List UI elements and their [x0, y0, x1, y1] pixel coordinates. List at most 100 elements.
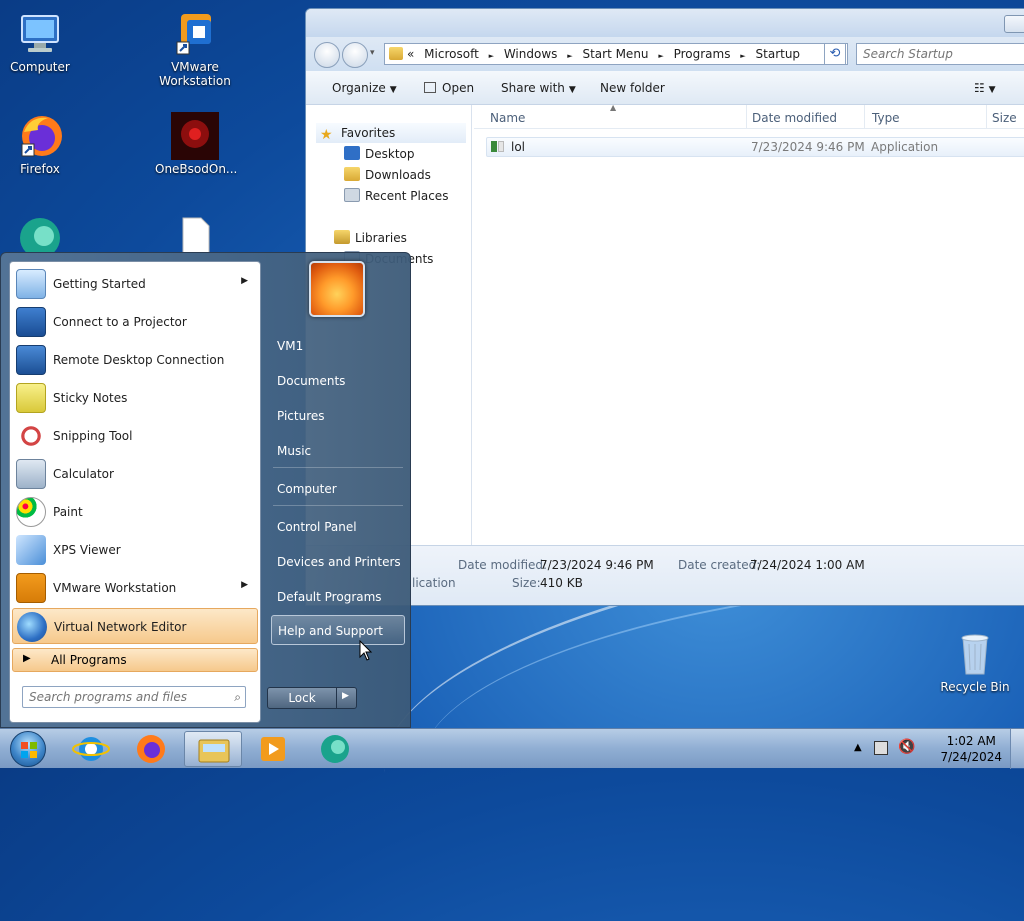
lock-label: Lock — [288, 691, 316, 705]
breadcrumb-item[interactable]: Microsoft — [424, 47, 479, 61]
network-icon[interactable] — [874, 741, 888, 755]
program-virtual-network-editor[interactable]: Virtual Network Editor — [12, 608, 258, 644]
show-hidden-icons-icon[interactable]: ▲ — [854, 742, 862, 753]
nav-downloads[interactable]: Downloads — [344, 167, 431, 182]
taskbar-edge[interactable] — [306, 731, 364, 767]
detail-date-created-label: Date created: — [678, 558, 761, 572]
power-options-arrow-icon[interactable]: ▶ — [342, 691, 349, 701]
desktop-icon-firefox[interactable]: Firefox — [0, 112, 80, 176]
clock[interactable]: 1:02 AM 7/24/2024 — [940, 733, 1002, 765]
desktop-icon-recycle-bin[interactable]: Recycle Bin — [935, 630, 1015, 694]
user-picture[interactable] — [309, 261, 365, 317]
column-date-modified[interactable]: Date modified — [752, 111, 837, 125]
breadcrumb-separator[interactable]: ► — [740, 52, 745, 60]
start-link-computer[interactable]: Computer — [271, 474, 405, 502]
recent-pages-chevron-icon[interactable]: ▾ — [370, 48, 375, 58]
desktop-icon-file-partial[interactable] — [155, 214, 235, 252]
address-bar[interactable]: « Microsoft ► Windows ► Start Menu ► Pro… — [384, 43, 848, 65]
start-link-devices-printers[interactable]: Devices and Printers — [271, 547, 405, 575]
show-desktop-button[interactable] — [1010, 729, 1024, 769]
program-paint[interactable]: Paint — [12, 494, 258, 530]
column-divider[interactable] — [986, 105, 987, 129]
taskbar-explorer[interactable] — [184, 731, 242, 767]
search-box[interactable] — [856, 43, 1024, 65]
breadcrumb-item[interactable]: Startup — [756, 47, 801, 61]
forward-button[interactable] — [342, 42, 368, 68]
media-player-icon — [261, 737, 285, 761]
program-getting-started[interactable]: Getting Started ▶ — [12, 266, 258, 302]
program-xps-viewer[interactable]: XPS Viewer — [12, 532, 258, 568]
refresh-button[interactable]: ⟲ — [824, 43, 846, 65]
view-options-icon[interactable]: ☷ ▼ — [974, 81, 996, 95]
nav-libraries-label: Libraries — [355, 231, 407, 245]
breadcrumb-separator[interactable]: ► — [567, 52, 572, 60]
open-button[interactable]: Open — [424, 81, 474, 95]
search-icon[interactable]: ⌕ — [234, 690, 241, 705]
start-search-input[interactable] — [23, 687, 213, 707]
desktop-icon-label: Recycle Bin — [940, 680, 1010, 694]
taskbar-internet-explorer[interactable] — [62, 731, 120, 767]
volume-muted-icon[interactable]: 🔇 — [898, 739, 915, 755]
column-size[interactable]: Size — [992, 111, 1017, 125]
nav-favorites[interactable]: ★ Favorites — [316, 123, 466, 143]
breadcrumb-item[interactable]: Start Menu — [582, 47, 648, 61]
start-link-music[interactable]: Music — [271, 436, 405, 464]
desktop-icon-vmware[interactable]: VMware Workstation — [155, 10, 235, 88]
program-sticky-notes[interactable]: Sticky Notes — [12, 380, 258, 416]
start-link-default-programs[interactable]: Default Programs — [271, 582, 405, 610]
projector-icon — [16, 307, 46, 337]
program-remote-desktop[interactable]: Remote Desktop Connection — [12, 342, 258, 378]
detail-date-modified-label: Date modified: — [458, 558, 548, 572]
back-button[interactable] — [314, 42, 340, 68]
desktop-icon-edge-partial[interactable] — [0, 214, 80, 252]
share-with-button[interactable]: Share with ▼ — [501, 81, 576, 95]
nav-libraries[interactable]: Libraries — [334, 230, 407, 245]
submenu-arrow-icon[interactable]: ▶ — [241, 276, 248, 286]
program-connect-projector[interactable]: Connect to a Projector — [12, 304, 258, 340]
nav-recent-places-label: Recent Places — [365, 189, 449, 203]
nav-recent-places[interactable]: Recent Places — [344, 188, 448, 203]
file-row[interactable]: lol 7/23/2024 9:46 PM Application — [486, 137, 1024, 157]
file-name: lol — [511, 140, 526, 154]
firefox-icon — [137, 735, 165, 763]
taskbar-media-player[interactable] — [244, 731, 302, 767]
column-divider[interactable] — [864, 105, 865, 129]
all-programs-button[interactable]: ▶ All Programs — [12, 648, 258, 672]
submenu-arrow-icon[interactable]: ▶ — [241, 580, 248, 590]
detail-date-modified-value: 7/23/2024 9:46 PM — [540, 558, 654, 572]
column-divider[interactable] — [746, 105, 747, 129]
start-button[interactable] — [6, 729, 48, 769]
all-programs-label: All Programs — [51, 653, 127, 667]
start-search-box[interactable]: ⌕ — [22, 686, 246, 708]
breadcrumb-item[interactable]: Windows — [504, 47, 558, 61]
edge-icon — [16, 214, 64, 252]
breadcrumb-overflow[interactable]: « — [407, 47, 414, 61]
start-link-help-support[interactable]: Help and Support — [271, 615, 405, 645]
taskbar: ▲ 🔇 1:02 AM 7/24/2024 — [0, 728, 1024, 769]
search-input[interactable] — [857, 44, 1024, 64]
recent-places-icon — [344, 188, 360, 202]
breadcrumb-separator[interactable]: ► — [658, 52, 663, 60]
desktop-icon — [344, 146, 360, 160]
downloads-folder-icon — [344, 167, 360, 181]
start-link-user[interactable]: VM1 — [271, 331, 405, 359]
start-link-pictures[interactable]: Pictures — [271, 401, 405, 429]
organize-button[interactable]: Organize ▼ — [332, 81, 397, 95]
nav-desktop[interactable]: Desktop — [344, 146, 415, 161]
taskbar-firefox[interactable] — [122, 731, 180, 767]
breadcrumb-item[interactable]: Programs — [674, 47, 731, 61]
program-snipping-tool[interactable]: Snipping Tool — [12, 418, 258, 454]
program-calculator[interactable]: Calculator — [12, 456, 258, 492]
sort-arrow-icon: ▲ — [610, 103, 617, 112]
desktop-icon-onebsod[interactable]: OneBsodOn... — [155, 112, 237, 176]
start-link-control-panel[interactable]: Control Panel — [271, 512, 405, 540]
column-name[interactable]: Name — [490, 111, 525, 125]
minimize-button[interactable] — [1004, 15, 1024, 33]
column-type[interactable]: Type — [872, 111, 900, 125]
start-link-documents[interactable]: Documents — [271, 366, 405, 394]
breadcrumb-separator[interactable]: ► — [489, 52, 494, 60]
lock-button[interactable]: Lock ▶ — [267, 687, 357, 709]
program-vmware-workstation[interactable]: VMware Workstation ▶ — [12, 570, 258, 606]
new-folder-button[interactable]: New folder — [600, 81, 665, 95]
desktop-icon-computer[interactable]: Computer — [0, 10, 80, 74]
